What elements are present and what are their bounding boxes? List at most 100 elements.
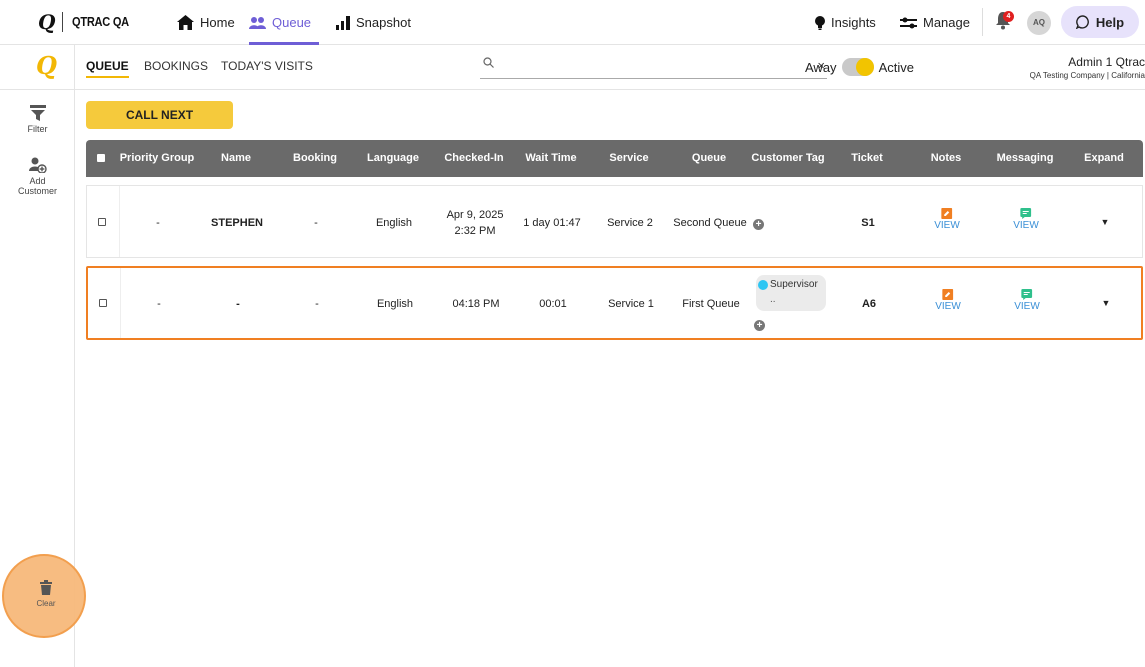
cell-language: English [376, 298, 414, 310]
edit-note-icon [942, 289, 954, 300]
messaging-view-label: VIEW [1014, 301, 1040, 312]
header-service: Service [609, 152, 649, 164]
toggle-knob [855, 58, 874, 76]
away-label: Away [805, 59, 837, 75]
cell-wait-time: 1 day 01:47 [523, 217, 581, 229]
logo-divider [62, 12, 63, 32]
table-row[interactable]: - STEPHEN - English Apr 9, 2025 2:32 PM … [86, 185, 1143, 258]
user-company: QA Testing Company | California [1029, 71, 1145, 80]
add-tag-icon[interactable]: + [753, 219, 764, 230]
lightbulb-icon [815, 15, 825, 30]
nav-divider [982, 8, 983, 36]
nav-manage[interactable]: Manage [900, 0, 970, 45]
header-customer-tag: Customer Tag [751, 152, 825, 164]
nav-insights[interactable]: Insights [815, 0, 876, 45]
cell-wait-time: 00:01 [539, 298, 567, 310]
cell-checked-in-date: Apr 9, 2025 [446, 209, 504, 221]
help-button[interactable]: Help [1061, 6, 1139, 38]
trash-icon [40, 580, 52, 595]
tag-label: Supervisor [770, 279, 818, 290]
tag-color-dot [758, 280, 768, 290]
add-customer-label-1: Add [29, 176, 46, 186]
cell-language: English [375, 217, 413, 229]
row-divider [119, 186, 120, 257]
tab-bookings[interactable]: BOOKINGS [144, 59, 208, 73]
customer-tag-chip[interactable]: Supervisor .. [756, 275, 826, 311]
app-title: QTRAC QA [72, 14, 129, 29]
add-user-icon [28, 157, 47, 173]
header-checked-in: Checked-In [444, 152, 504, 164]
header-ticket: Ticket [851, 152, 883, 164]
notes-view-link[interactable]: VIEW [934, 208, 960, 231]
avatar[interactable]: AQ [1027, 11, 1051, 35]
tag-more: .. [770, 294, 776, 305]
cell-name: - [236, 298, 240, 310]
cell-ticket: A6 [861, 298, 877, 310]
add-customer-button[interactable]: Add Customer [0, 157, 75, 196]
bar-chart-icon [336, 15, 350, 30]
add-customer-label-2: Customer [17, 186, 57, 196]
call-next-button[interactable]: CALL NEXT [86, 101, 233, 129]
nav-insights-label: Insights [831, 15, 876, 30]
expand-arrow-icon[interactable]: ▼ [1101, 217, 1110, 227]
messaging-view-link[interactable]: VIEW [1014, 289, 1040, 312]
users-icon [249, 16, 266, 29]
filter-button[interactable]: Filter [0, 105, 75, 134]
qtrac-yellow-logo: Q [36, 51, 57, 80]
header-messaging: Messaging [996, 152, 1054, 164]
chat-bubble-icon [1075, 15, 1089, 29]
row-checkbox[interactable] [98, 218, 106, 226]
cell-booking: - [315, 298, 319, 310]
nav-home[interactable]: Home [177, 0, 235, 45]
header-queue: Queue [691, 152, 727, 164]
sub-header: QUEUE BOOKINGS TODAY'S VISITS × Away Act… [75, 45, 1145, 90]
notes-view-label: VIEW [934, 220, 960, 231]
sliders-icon [900, 17, 917, 28]
add-tag-icon[interactable]: + [754, 320, 765, 331]
nav-queue-label: Queue [272, 15, 312, 30]
table-header: Priority Group Name Booking Language Che… [86, 140, 1143, 177]
user-info: Admin 1 Qtrac QA Testing Company | Calif… [1030, 55, 1145, 80]
qtrac-logo: Q [38, 10, 56, 34]
nav-home-label: Home [200, 15, 235, 30]
cell-priority-group: - [157, 298, 161, 310]
cell-queue: Second Queue [673, 217, 747, 229]
notes-view-link[interactable]: VIEW [935, 289, 961, 312]
cell-ticket: S1 [861, 217, 875, 229]
expand-arrow-icon[interactable]: ▼ [1102, 298, 1111, 308]
tab-todays-visits[interactable]: TODAY'S VISITS [221, 59, 313, 73]
message-icon [1020, 208, 1032, 219]
header-booking: Booking [293, 152, 337, 164]
filter-icon [29, 105, 46, 121]
edit-note-icon [941, 208, 953, 219]
select-all-checkbox[interactable] [97, 154, 105, 162]
search-input[interactable] [502, 55, 802, 77]
away-active-toggle[interactable] [841, 58, 874, 76]
search-icon [483, 57, 494, 68]
header-wait-time: Wait Time [525, 152, 577, 164]
nav-snapshot-label: Snapshot [356, 15, 411, 30]
nav-snapshot[interactable]: Snapshot [336, 0, 411, 45]
messaging-view-label: VIEW [1013, 220, 1039, 231]
cell-name: STEPHEN [211, 217, 263, 229]
tab-queue[interactable]: QUEUE [86, 59, 129, 78]
help-label: Help [1095, 14, 1125, 30]
clear-button[interactable]: Clear [20, 580, 72, 608]
sidebar-divider [0, 89, 75, 90]
notifications-button[interactable]: 4 [995, 10, 1017, 32]
filter-label: Filter [27, 124, 48, 134]
table-row[interactable]: - - - English 04:18 PM 00:01 Service 1 F… [86, 266, 1143, 340]
search-box: × [480, 55, 827, 79]
cell-checked-in-time: 2:32 PM [454, 225, 496, 237]
cell-booking: - [314, 217, 318, 229]
nav-manage-label: Manage [923, 15, 970, 30]
messaging-view-link[interactable]: VIEW [1013, 208, 1039, 231]
home-icon [177, 15, 194, 30]
cell-service: Service 2 [607, 217, 653, 229]
row-checkbox[interactable] [99, 299, 107, 307]
user-name: Admin 1 Qtrac [1068, 55, 1145, 69]
notes-view-label: VIEW [935, 301, 961, 312]
nav-queue[interactable]: Queue [249, 0, 320, 45]
active-label: Active [878, 59, 914, 75]
cell-priority-group: - [156, 217, 160, 229]
